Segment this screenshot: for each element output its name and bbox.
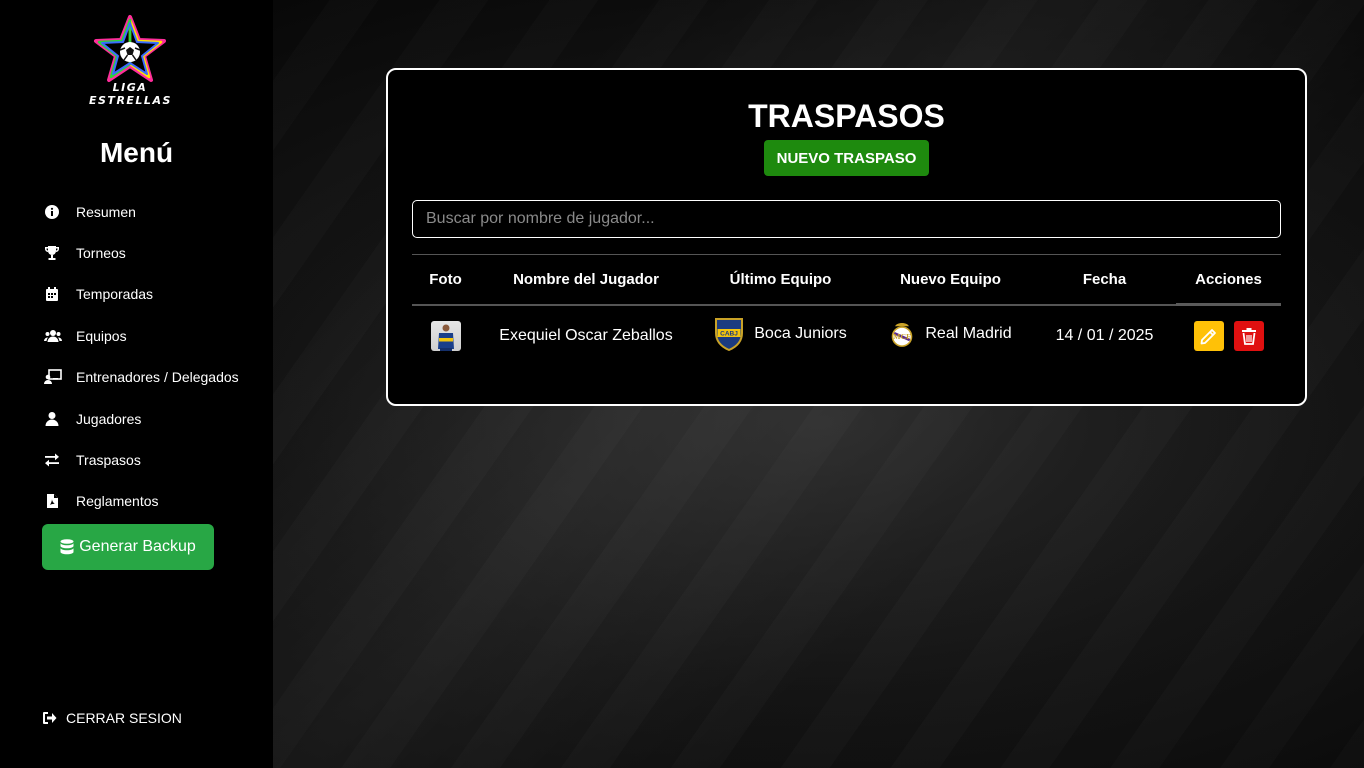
logout-label: CERRAR SESION [66,710,182,726]
users-icon [44,330,62,342]
sidebar-item-equipos[interactable]: Equipos [44,320,244,352]
generate-backup-button[interactable]: Generar Backup [42,524,214,570]
last-team-cell: CABJ Boca Juniors [693,305,868,367]
search-input[interactable] [412,200,1281,238]
sidebar-item-label: Temporadas [76,286,154,302]
trash-icon [1241,328,1256,346]
sidebar-item-jugadores[interactable]: Jugadores [44,403,244,435]
column-header-player: Nombre del Jugador [479,254,693,306]
sidebar-item-traspasos[interactable]: Traspasos [44,444,244,476]
menu-title: Menú [99,137,174,168]
page-title: TRASPASOS [748,98,945,134]
sidebar-item-torneos[interactable]: Torneos [44,237,244,269]
pencil-icon [1200,329,1216,345]
trophy-icon [45,246,59,260]
generate-backup-label: Generar Backup [79,538,196,555]
column-header-date: Fecha [1033,254,1176,306]
edit-button[interactable] [1193,321,1224,352]
column-header-last-team: Último Equipo [693,254,868,306]
svg-text:CABJ: CABJ [720,330,738,337]
svg-text:MCF: MCF [893,332,911,341]
table-header-row: Foto Nombre del Jugador Último Equipo Nu… [412,254,1281,306]
transfers-table: Foto Nombre del Jugador Último Equipo Nu… [412,254,1281,367]
player-name: Exequiel Oscar Zeballos [499,327,673,344]
real-madrid-crest-icon: MCF [892,322,913,347]
sidebar-item-reglamentos[interactable]: Reglamentos [44,485,244,517]
sidebar-item-entrenadores[interactable]: Entrenadores / Delegados [44,361,244,393]
player-photo-image [437,324,454,351]
logo-text: LIGA ESTRELLAS [89,81,172,107]
column-header-new-team: Nuevo Equipo [868,254,1033,306]
user-icon [45,412,59,426]
sidebar-item-label: Reglamentos [76,493,159,509]
player-photo-cell [412,305,479,367]
column-header-actions: Acciones [1176,254,1281,306]
delete-button[interactable] [1233,321,1264,352]
star-logo-icon [94,15,166,82]
column-header-foto: Foto [412,254,479,306]
logout-button[interactable]: CERRAR SESION [42,710,182,726]
sidebar-item-label: Equipos [76,328,127,344]
boca-juniors-crest-icon: CABJ [715,317,744,351]
file-pdf-icon [47,494,58,508]
chalkboard-teacher-icon [44,369,62,384]
table-row: Exequiel Oscar Zeballos CABJ Boca Junior… [412,305,1281,367]
sidebar-item-label: Jugadores [76,411,142,427]
calendar-icon [46,287,58,301]
info-circle-icon [45,205,59,219]
transfer-date: 14 / 01 / 2025 [1055,327,1154,344]
sidebar-item-temporadas[interactable]: Temporadas [44,278,244,310]
new-team-name: Real Madrid [925,324,1012,342]
new-team-cell: MCF Real Madrid [868,305,1033,367]
database-icon [60,539,74,555]
liga-estrellas-logo: LIGA ESTRELLAS [89,14,171,116]
traspasos-card: TRASPASOS NUEVO TRASPASO Foto Nombre del… [386,68,1307,406]
actions-cell [1176,305,1281,367]
sidebar-item-label: Torneos [76,245,126,261]
last-team-name: Boca Juniors [754,324,847,342]
sign-out-icon [43,712,57,724]
sidebar-item-label: Traspasos [76,452,141,468]
sidebar-item-label: Resumen [76,204,136,220]
exchange-icon [45,453,59,467]
new-transfer-button[interactable]: NUEVO TRASPASO [764,140,929,176]
sidebar-item-label: Entrenadores / Delegados [76,369,239,385]
sidebar-item-resumen[interactable]: Resumen [44,196,244,228]
sidebar: LIGA ESTRELLAS Menú Resumen Torneos Temp… [0,0,273,768]
player-photo [430,321,461,351]
